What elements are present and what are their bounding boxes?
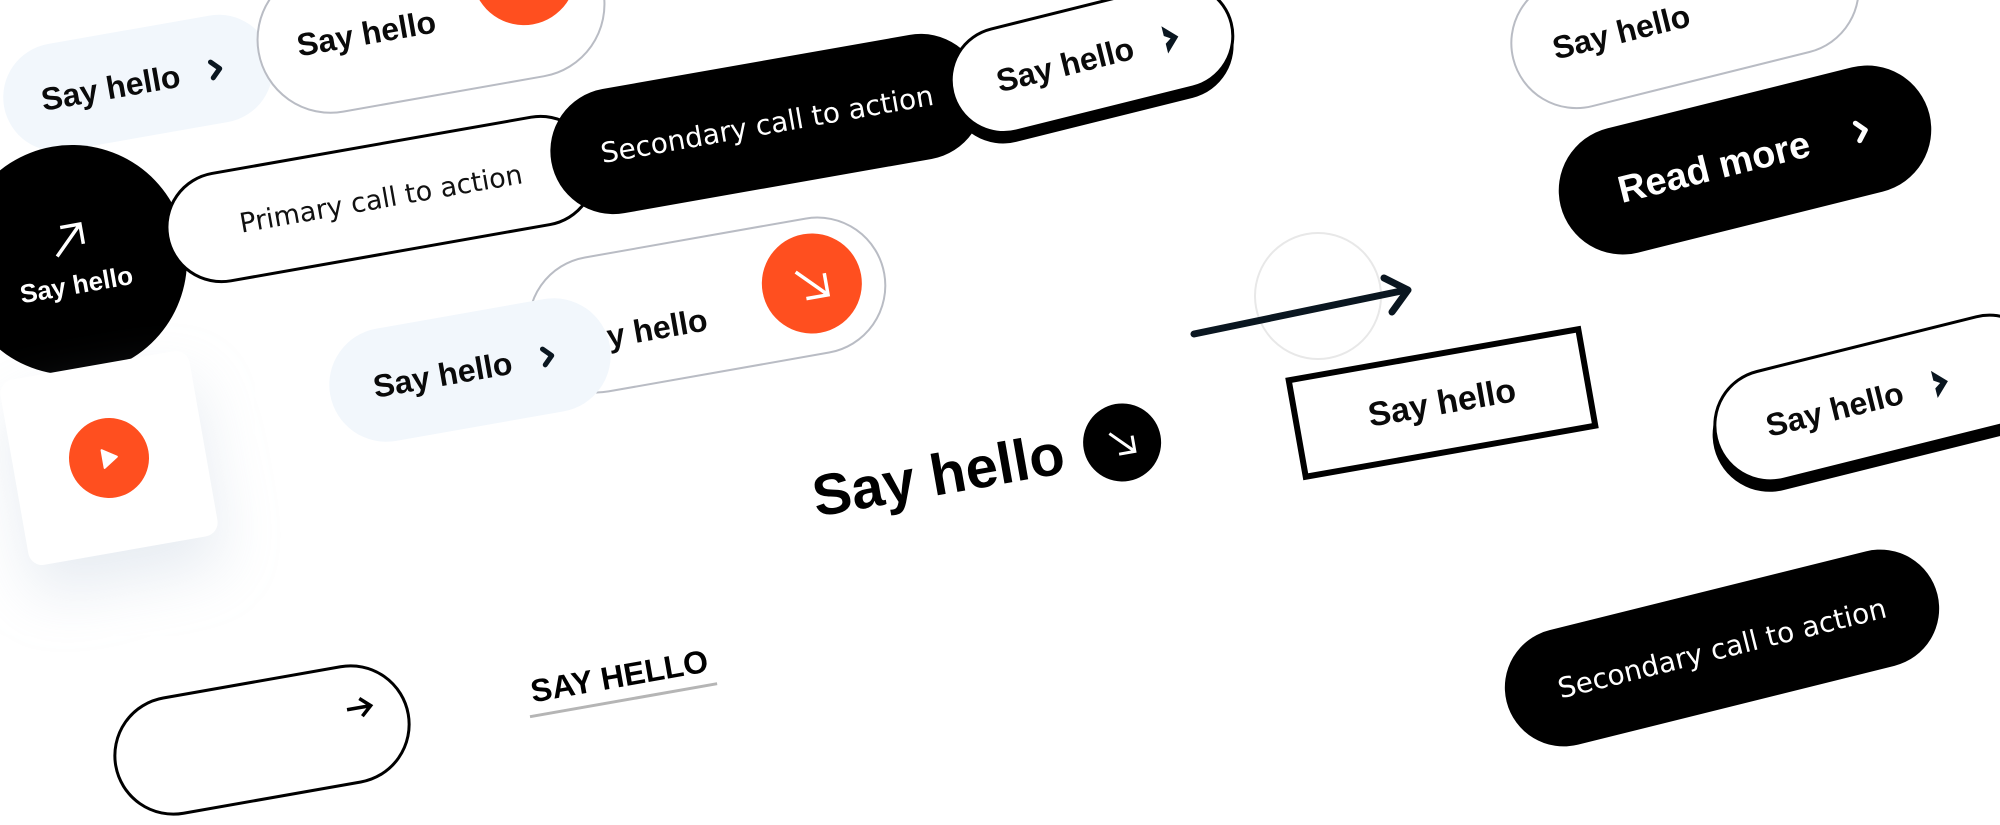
say-hello-outline-button[interactable]: Say hello — [244, 0, 618, 126]
chevron-right-icon — [206, 57, 226, 81]
button-label: Say hello — [38, 57, 183, 118]
button-label: Secondary call to action — [1554, 591, 1890, 705]
secondary-cta-button-bottom[interactable]: Secondary call to action — [1492, 537, 1952, 759]
arrow-up-right-icon — [45, 217, 91, 263]
arrow-right-icon — [343, 694, 376, 721]
chevron-right-icon — [538, 344, 558, 368]
chevron-right-icon — [1851, 117, 1872, 144]
say-hello-soft-button-2[interactable]: Say hello — [320, 289, 620, 451]
button-label: Say hello — [1548, 0, 1694, 66]
button-label: Say hello — [293, 2, 439, 63]
button-label: Say hello — [807, 420, 1070, 529]
arrow-down-right-icon — [1710, 0, 1828, 6]
button-label: Say hello — [1365, 370, 1519, 435]
arrow-right-icon — [1190, 274, 1412, 338]
button-label: Say hello — [1761, 374, 1908, 444]
primary-cta-button[interactable]: Primary call to action — [156, 105, 606, 293]
arrow-down-right-icon — [463, 0, 585, 34]
arrow-down-right-icon — [1076, 397, 1167, 488]
arrow-down-right-icon — [753, 225, 870, 342]
button-label: Read more — [1613, 123, 1815, 212]
secondary-cta-button[interactable]: Secondary call to action — [540, 23, 994, 225]
play-card[interactable] — [0, 348, 220, 568]
say-hello-soft-button[interactable]: Say hello — [0, 6, 282, 160]
button-label: Secondary call to action — [597, 78, 937, 170]
say-hello-underlined-link[interactable]: SAY HELLO — [522, 641, 718, 719]
button-label: Say hello — [370, 344, 515, 405]
chevron-right-icon — [1926, 365, 1955, 401]
arrow-outline-button-bottom[interactable] — [103, 654, 421, 825]
chevron-right-icon — [1157, 20, 1186, 56]
button-label: Primary call to action — [237, 158, 525, 240]
say-hello-shadow-button[interactable]: Say hello — [938, 0, 1246, 146]
say-hello-text-button[interactable]: Say hello — [806, 392, 1194, 537]
button-label: Say hello — [992, 29, 1138, 99]
button-label: Say hello — [17, 259, 136, 309]
link-label: SAY HELLO — [527, 642, 711, 710]
play-icon — [62, 411, 156, 505]
say-hello-shadow-button-right[interactable]: Say hello — [1701, 301, 2000, 495]
